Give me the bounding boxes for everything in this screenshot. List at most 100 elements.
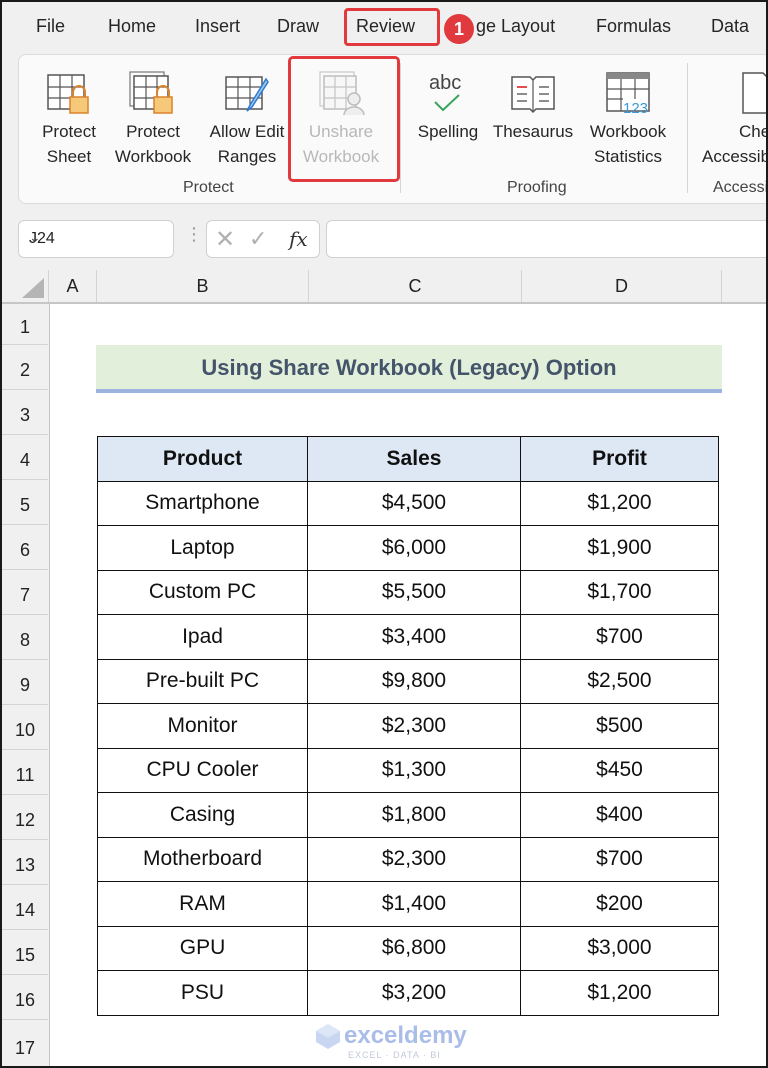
row-header-7[interactable]: 7 <box>2 570 48 615</box>
row-header-9[interactable]: 9 <box>2 660 48 705</box>
cell-sales[interactable]: $2,300 <box>307 836 521 882</box>
row-header-2[interactable]: 2 <box>2 345 48 390</box>
cell-profit[interactable]: $1,700 <box>520 569 719 615</box>
header-product[interactable]: Product <box>97 436 308 482</box>
formula-input[interactable] <box>326 220 766 258</box>
cell-product[interactable]: Casing <box>97 792 308 838</box>
tab-data[interactable]: Data <box>711 16 749 37</box>
cell-profit[interactable]: $700 <box>520 614 719 660</box>
check-accessibility-label-2: Accessib <box>702 147 768 166</box>
allow-edit-ranges-button[interactable]: Allow Edit Ranges <box>203 63 291 169</box>
cell-profit[interactable]: $200 <box>520 881 719 927</box>
row-header-15[interactable]: 15 <box>2 930 48 975</box>
cell-product[interactable]: Pre-built PC <box>97 658 308 704</box>
cell-sales[interactable]: $5,500 <box>307 569 521 615</box>
cell-product[interactable]: CPU Cooler <box>97 747 308 793</box>
row-headers: 1 2 3 4 5 6 7 8 9 10 11 12 13 14 15 16 17 <box>2 304 50 1066</box>
row-header-14[interactable]: 14 <box>2 885 48 930</box>
tab-draw[interactable]: Draw <box>277 16 319 37</box>
tab-home[interactable]: Home <box>108 16 156 37</box>
tab-formulas[interactable]: Formulas <box>596 16 671 37</box>
cell-product[interactable]: Laptop <box>97 525 308 571</box>
cell-sales[interactable]: $6,800 <box>307 925 521 971</box>
check-accessibility-icon <box>699 63 766 119</box>
formula-buttons: ✕ ✓ fx <box>206 220 320 258</box>
column-header-d[interactable]: D <box>522 270 722 302</box>
cell-product[interactable]: RAM <box>97 881 308 927</box>
ribbon-tabs: File Home Insert Draw Review ge Layout F… <box>2 2 766 54</box>
cell-product[interactable]: Motherboard <box>97 836 308 882</box>
cell-product[interactable]: Custom PC <box>97 569 308 615</box>
row-header-8[interactable]: 8 <box>2 615 48 660</box>
cancel-icon[interactable]: ✕ <box>215 225 235 254</box>
name-box[interactable]: J24 ⌄ <box>18 220 174 258</box>
row-header-16[interactable]: 16 <box>2 975 48 1020</box>
table-row: Laptop $6,000 $1,900 <box>97 525 719 571</box>
cell-sales[interactable]: $4,500 <box>307 480 521 526</box>
column-headers: A B C D <box>2 270 766 304</box>
protect-workbook-icon <box>109 63 197 119</box>
cell-sales[interactable]: $1,300 <box>307 747 521 793</box>
tab-page-layout[interactable]: ge Layout <box>476 16 555 37</box>
cell-product[interactable]: PSU <box>97 970 308 1016</box>
cell-sales[interactable]: $3,200 <box>307 970 521 1016</box>
row-header-1[interactable]: 1 <box>2 304 48 345</box>
cell-product[interactable]: Ipad <box>97 614 308 660</box>
cell-product[interactable]: GPU <box>97 925 308 971</box>
row-header-4[interactable]: 4 <box>2 435 48 480</box>
chevron-down-icon[interactable]: ⌄ <box>29 229 165 246</box>
cell-profit[interactable]: $3,000 <box>520 925 719 971</box>
check-accessibility-label-1: Che <box>739 122 768 141</box>
header-profit[interactable]: Profit <box>520 436 719 482</box>
cell-profit[interactable]: $400 <box>520 792 719 838</box>
cell-product[interactable]: Smartphone <box>97 480 308 526</box>
more-options-icon[interactable]: ⋮ <box>185 224 203 245</box>
cell-sales[interactable]: $1,400 <box>307 881 521 927</box>
cell-sales[interactable]: $9,800 <box>307 658 521 704</box>
cell-sales[interactable]: $3,400 <box>307 614 521 660</box>
protect-workbook-label-2: Workbook <box>114 147 192 166</box>
select-all-corner[interactable] <box>2 270 49 302</box>
column-header-c[interactable]: C <box>309 270 522 302</box>
cell-profit[interactable]: $450 <box>520 747 719 793</box>
svg-text:123: 123 <box>623 100 648 117</box>
allow-edit-ranges-label-1: Allow Edit <box>209 122 285 141</box>
tab-file[interactable]: File <box>36 16 65 37</box>
cell-sales[interactable]: $1,800 <box>307 792 521 838</box>
cell-profit[interactable]: $1,200 <box>520 970 719 1016</box>
cell-profit[interactable]: $2,500 <box>520 658 719 704</box>
review-tab-highlight <box>344 8 440 46</box>
cell-profit[interactable]: $700 <box>520 836 719 882</box>
protect-sheet-button[interactable]: Protect Sheet <box>33 63 105 169</box>
step-badge: 1 <box>444 14 474 44</box>
workbook-statistics-button[interactable]: 123 Workbook Statistics <box>581 63 675 169</box>
cell-profit[interactable]: $500 <box>520 703 719 749</box>
row-header-11[interactable]: 11 <box>2 750 48 795</box>
row-header-3[interactable]: 3 <box>2 390 48 435</box>
cell-sales[interactable]: $2,300 <box>307 703 521 749</box>
header-sales[interactable]: Sales <box>307 436 521 482</box>
enter-check-icon[interactable]: ✓ <box>249 226 267 252</box>
check-accessibility-button[interactable]: Che Accessib <box>699 63 768 169</box>
tab-insert[interactable]: Insert <box>195 16 240 37</box>
column-header-b[interactable]: B <box>97 270 309 302</box>
row-header-6[interactable]: 6 <box>2 525 48 570</box>
row-header-5[interactable]: 5 <box>2 480 48 525</box>
row-header-10[interactable]: 10 <box>2 705 48 750</box>
protect-workbook-button[interactable]: Protect Workbook <box>109 63 197 169</box>
column-header-a[interactable]: A <box>49 270 97 302</box>
spelling-button[interactable]: abc Spelling <box>413 63 483 144</box>
thesaurus-button[interactable]: Thesaurus <box>489 63 577 144</box>
table-row: CPU Cooler $1,300 $450 <box>97 747 719 793</box>
cell-sales[interactable]: $6,000 <box>307 525 521 571</box>
row-header-13[interactable]: 13 <box>2 840 48 885</box>
allow-edit-ranges-label-2: Ranges <box>217 147 277 166</box>
group-separator <box>400 63 401 193</box>
insert-function-icon[interactable]: fx <box>289 227 308 251</box>
row-header-17[interactable]: 17 <box>2 1020 48 1066</box>
protect-sheet-icon <box>33 63 105 119</box>
cell-profit[interactable]: $1,200 <box>520 480 719 526</box>
cell-profit[interactable]: $1,900 <box>520 525 719 571</box>
row-header-12[interactable]: 12 <box>2 795 48 840</box>
cell-product[interactable]: Monitor <box>97 703 308 749</box>
